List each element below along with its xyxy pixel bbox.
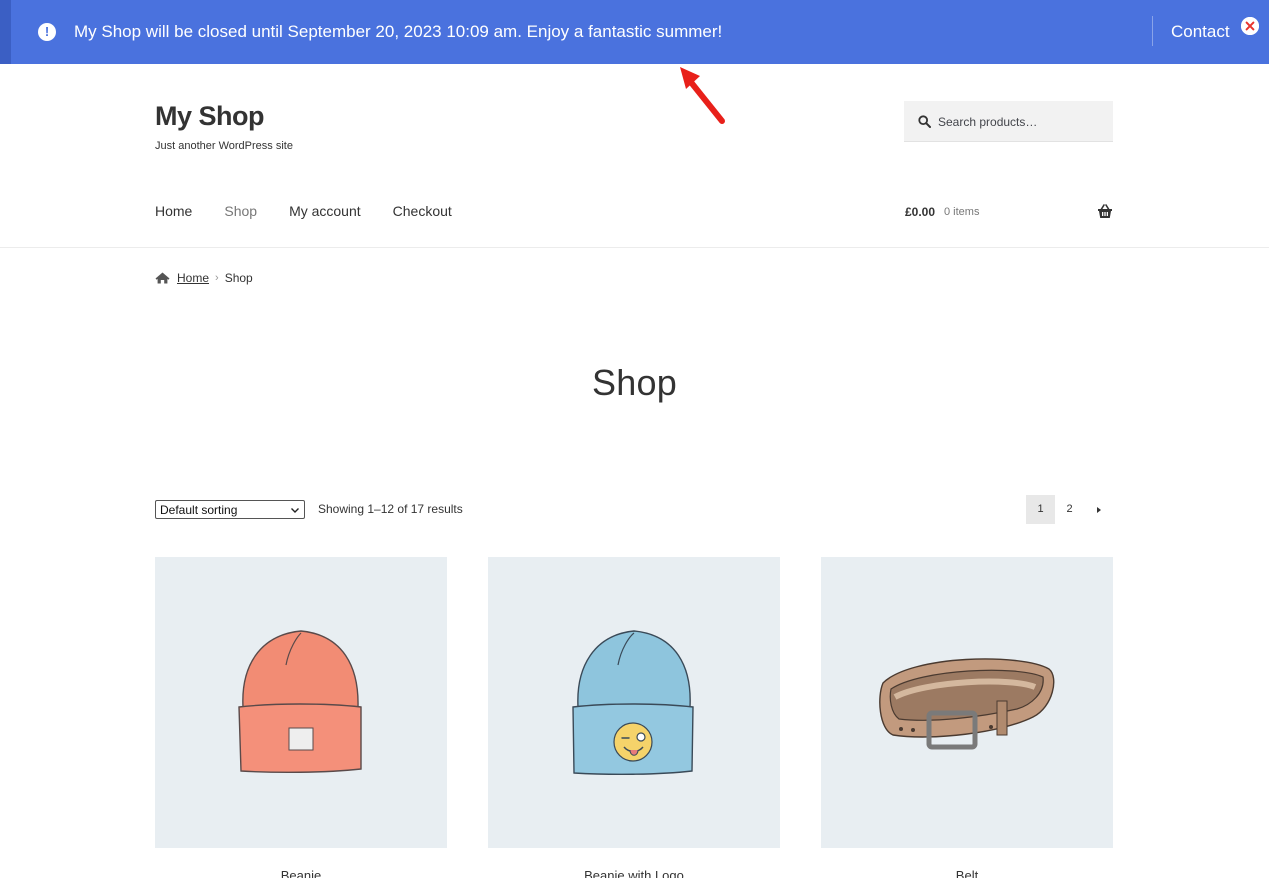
product-name[interactable]: Belt [821, 868, 1113, 878]
nav-item-my-account[interactable]: My account [289, 203, 361, 223]
notice-message: My Shop will be closed until September 2… [74, 22, 723, 41]
next-page-button[interactable] [1084, 495, 1113, 524]
pagination: 1 2 [1026, 495, 1113, 524]
chevron-down-icon [291, 507, 299, 513]
product-card[interactable]: Beanie [155, 557, 447, 878]
orange-beanie-image [238, 630, 362, 773]
close-icon[interactable] [1241, 17, 1259, 35]
product-card[interactable]: Beanie with Logo [488, 557, 780, 878]
page-button-1[interactable]: 1 [1026, 495, 1055, 524]
nav-item-shop[interactable]: Shop [224, 203, 257, 223]
site-tagline: Just another WordPress site [155, 140, 293, 152]
cart-amount[interactable]: £0.00 [905, 205, 935, 219]
home-icon [155, 272, 170, 284]
site-title[interactable]: My Shop [155, 101, 265, 132]
page-button-2[interactable]: 2 [1055, 495, 1084, 524]
nav-item-home[interactable]: Home [155, 203, 192, 223]
primary-nav: Home Shop My account Checkout [155, 203, 484, 223]
contact-link[interactable]: Contact [1171, 20, 1230, 44]
result-count: Showing 1–12 of 17 results [318, 502, 463, 516]
notice-edge [0, 0, 11, 64]
product-name[interactable]: Beanie with Logo [488, 868, 780, 878]
search-icon [918, 115, 931, 128]
nav-item-checkout[interactable]: Checkout [393, 203, 452, 223]
sort-select[interactable]: Default sorting [155, 500, 305, 519]
notice-divider [1152, 16, 1153, 46]
annotation-arrow [680, 67, 725, 124]
product-image-beanie[interactable] [155, 557, 447, 848]
product-image-belt[interactable] [821, 557, 1113, 848]
sort-selected-value: Default sorting [160, 502, 238, 517]
page-title: Shop [592, 362, 677, 403]
product-name[interactable]: Beanie [155, 868, 447, 878]
breadcrumb-home-link[interactable]: Home [177, 271, 209, 285]
cart-count[interactable]: 0 items [944, 206, 979, 218]
chevron-right-icon [1096, 506, 1101, 513]
store-notice: ! My Shop will be closed until September… [0, 0, 1269, 64]
product-image-beanie-with-logo[interactable] [488, 557, 780, 848]
blue-beanie-image [572, 630, 694, 775]
product-card[interactable]: Belt [821, 557, 1113, 878]
basket-icon[interactable] [1097, 204, 1113, 219]
breadcrumb-separator: › [215, 272, 219, 284]
product-search [904, 101, 1113, 142]
breadcrumb-current: Shop [224, 271, 253, 285]
belt-image [879, 658, 1055, 750]
alert-circle-icon: ! [38, 23, 56, 41]
header-divider [0, 247, 1269, 248]
breadcrumb: Home › Shop [155, 271, 253, 285]
search-input[interactable] [938, 101, 1108, 142]
